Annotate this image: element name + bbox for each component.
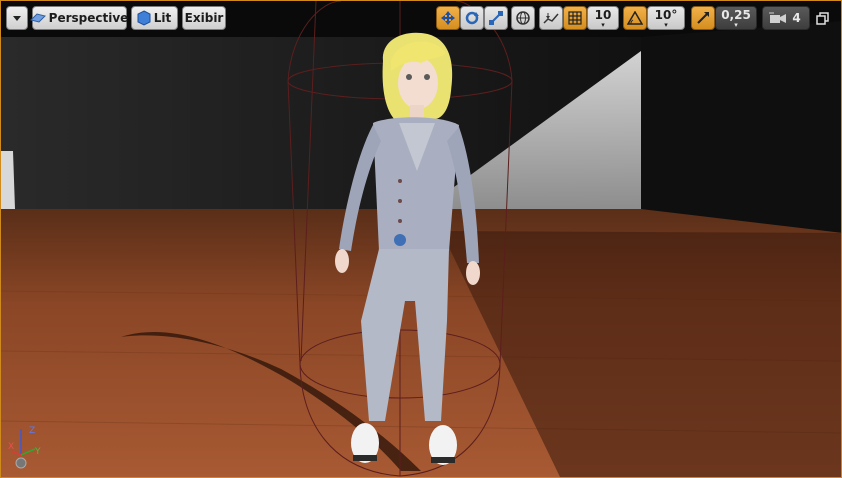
chevron-down-icon xyxy=(12,14,22,22)
camera-speed-button[interactable]: 4 xyxy=(762,6,810,30)
viewport-options-button[interactable] xyxy=(6,6,28,30)
level-viewport[interactable]: Perspective Lit Exibir 10 ▾ 10° ▾ 0,25 ▾… xyxy=(0,0,842,478)
rotate-tool-button[interactable] xyxy=(460,6,484,30)
caret-down-icon: ▾ xyxy=(734,20,738,29)
world-icon xyxy=(515,10,531,26)
axis-z-label: Z xyxy=(29,426,35,436)
grid-snap-toggle[interactable] xyxy=(563,6,587,30)
lit-button[interactable]: Lit xyxy=(131,6,178,30)
axis-y-label: Y xyxy=(34,447,41,457)
move-icon xyxy=(440,10,456,26)
caret-down-icon: ▾ xyxy=(601,20,605,29)
viewport-toolbar: Perspective Lit Exibir 10 ▾ 10° ▾ 0,25 ▾… xyxy=(1,1,841,35)
perspective-button[interactable]: Perspective xyxy=(29,6,128,30)
scale-icon xyxy=(488,10,504,26)
perspective-label: Perspective xyxy=(48,11,129,25)
show-menu-button[interactable]: Exibir xyxy=(182,6,226,30)
surface-snapping-button[interactable] xyxy=(539,6,563,30)
scale-snap-toggle[interactable] xyxy=(691,6,715,30)
camera-icon xyxy=(769,12,787,24)
coordinate-space-button[interactable] xyxy=(511,6,535,30)
scale-tool-button[interactable] xyxy=(484,6,508,30)
translate-tool-button[interactable] xyxy=(436,6,460,30)
pivot-icon xyxy=(15,457,27,469)
rotation-snap-value-dropdown[interactable]: 10° ▾ xyxy=(647,6,685,30)
rotation-snap-value: 10° xyxy=(654,7,678,22)
perspective-icon xyxy=(29,12,47,24)
grid-snap-value: 10 xyxy=(594,7,612,22)
rotation-snap-toggle[interactable] xyxy=(623,6,647,30)
caret-down-icon: ▾ xyxy=(664,20,668,29)
grid-snap-value-dropdown[interactable]: 10 ▾ xyxy=(587,6,619,30)
maximize-icon xyxy=(816,12,830,26)
rotate-icon xyxy=(464,10,480,26)
axis-x-label: X xyxy=(8,442,14,452)
axis-gizmo: Z Y X xyxy=(8,426,41,469)
lit-label: Lit xyxy=(153,11,172,25)
angle-icon xyxy=(627,11,643,25)
lit-sphere-icon xyxy=(136,10,152,26)
scene-render[interactable] xyxy=(1,1,842,478)
maximize-button[interactable] xyxy=(816,11,830,25)
grid-icon xyxy=(568,11,582,25)
scale-snap-icon xyxy=(696,11,710,25)
camera-speed-value: 4 xyxy=(792,11,801,25)
show-menu-label: Exibir xyxy=(184,11,224,25)
scale-snap-value-dropdown[interactable]: 0,25 ▾ xyxy=(715,6,757,30)
surface-snap-icon xyxy=(543,10,559,26)
scale-snap-value: 0,25 xyxy=(721,7,751,22)
